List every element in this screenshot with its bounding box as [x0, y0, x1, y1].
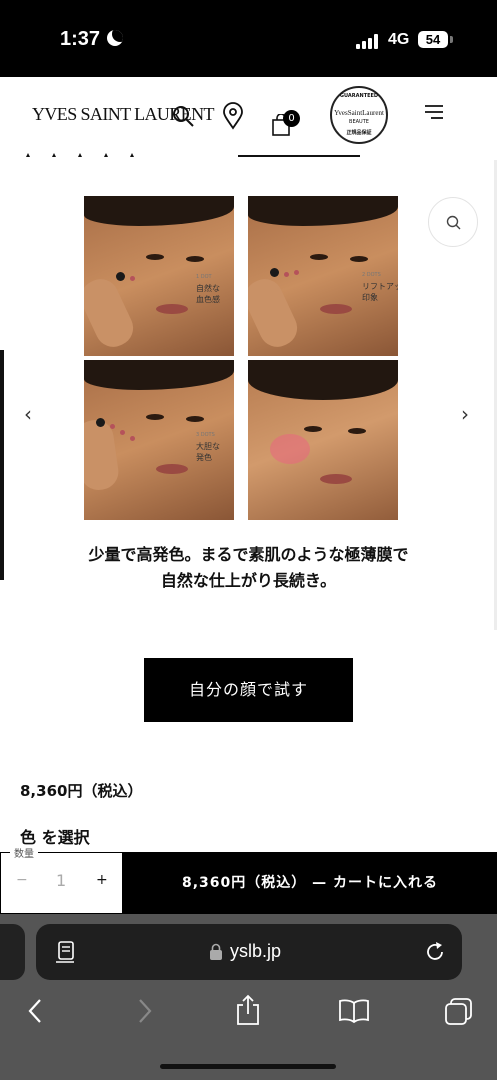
url-text[interactable]: yslb.jp: [230, 941, 281, 962]
seal-bottom-text: 正規品保証: [346, 130, 372, 136]
search-icon[interactable]: [171, 104, 195, 128]
cart-count-badge: 0: [283, 110, 300, 127]
chevron-right-icon[interactable]: ›: [461, 402, 469, 426]
status-bar: 1:37 4G 54: [0, 0, 497, 77]
model-face-1: 1 DOT 自然な 血色感: [84, 196, 234, 356]
tabs-icon[interactable]: [444, 996, 474, 1026]
zoom-button[interactable]: [428, 197, 478, 247]
do-not-disturb-icon: [107, 30, 123, 46]
lock-icon: [210, 943, 222, 960]
quantity-label: 数量: [10, 845, 38, 860]
product-price: 8,360円（税込）: [20, 782, 143, 800]
quantity-decrease-button[interactable]: −: [16, 872, 28, 888]
battery-icon: 54: [418, 31, 448, 48]
reload-icon[interactable]: [423, 940, 447, 964]
caption-2dots: 2 DOTS リフトアップ 印象: [362, 272, 398, 302]
virtual-try-on-button[interactable]: 自分の顔で試す: [144, 658, 353, 722]
caption-1dot: 1 DOT 自然な 血色感: [196, 274, 220, 304]
reader-icon[interactable]: [56, 940, 78, 964]
location-pin-icon[interactable]: [222, 102, 244, 130]
seal-brand-text: YvesSaintLaurent: [334, 109, 384, 117]
signal-icon: [356, 33, 382, 49]
model-face-4-blended: [248, 360, 398, 520]
seal-top-text: GUARANTEED: [339, 93, 379, 99]
rating-row: [26, 153, 360, 157]
battery-tip: [450, 36, 453, 43]
back-icon[interactable]: [26, 998, 46, 1024]
caption-3dots: 3 DOTS 大胆な 発色: [196, 432, 220, 462]
hamburger-menu-icon[interactable]: [425, 104, 445, 120]
add-to-cart-button[interactable]: 8,360円（税込） — カートに入れる: [123, 852, 497, 914]
status-time: 1:37: [60, 28, 101, 50]
seal-sub-text: BEAUTE: [349, 119, 369, 125]
previous-tab-edge[interactable]: [0, 924, 25, 980]
guaranteed-seal: GUARANTEED YvesSaintLaurent BEAUTE 正規品保証: [330, 86, 388, 144]
model-face-2: 2 DOTS リフトアップ 印象: [248, 196, 398, 356]
quantity-value[interactable]: 1: [56, 871, 66, 890]
product-image: 1 DOT 自然な 血色感 2 DOTS リフトアップ 印象 3 DOTS 大胆…: [84, 196, 398, 524]
share-icon[interactable]: [235, 994, 261, 1026]
bookmarks-icon[interactable]: [338, 998, 370, 1024]
model-face-3: 3 DOTS 大胆な 発色: [84, 360, 234, 520]
home-indicator: [160, 1064, 336, 1069]
product-caption-line1: 少量で高発色。まるで素肌のような極薄膜で: [88, 545, 409, 564]
zoom-icon: [446, 215, 461, 230]
quantity-increase-button[interactable]: +: [96, 872, 108, 888]
forward-icon[interactable]: [134, 998, 154, 1024]
product-caption-line2: 自然な仕上がり長続き。: [160, 571, 337, 590]
chevron-left-icon[interactable]: ‹: [24, 402, 32, 426]
network-type: 4G: [388, 31, 410, 48]
